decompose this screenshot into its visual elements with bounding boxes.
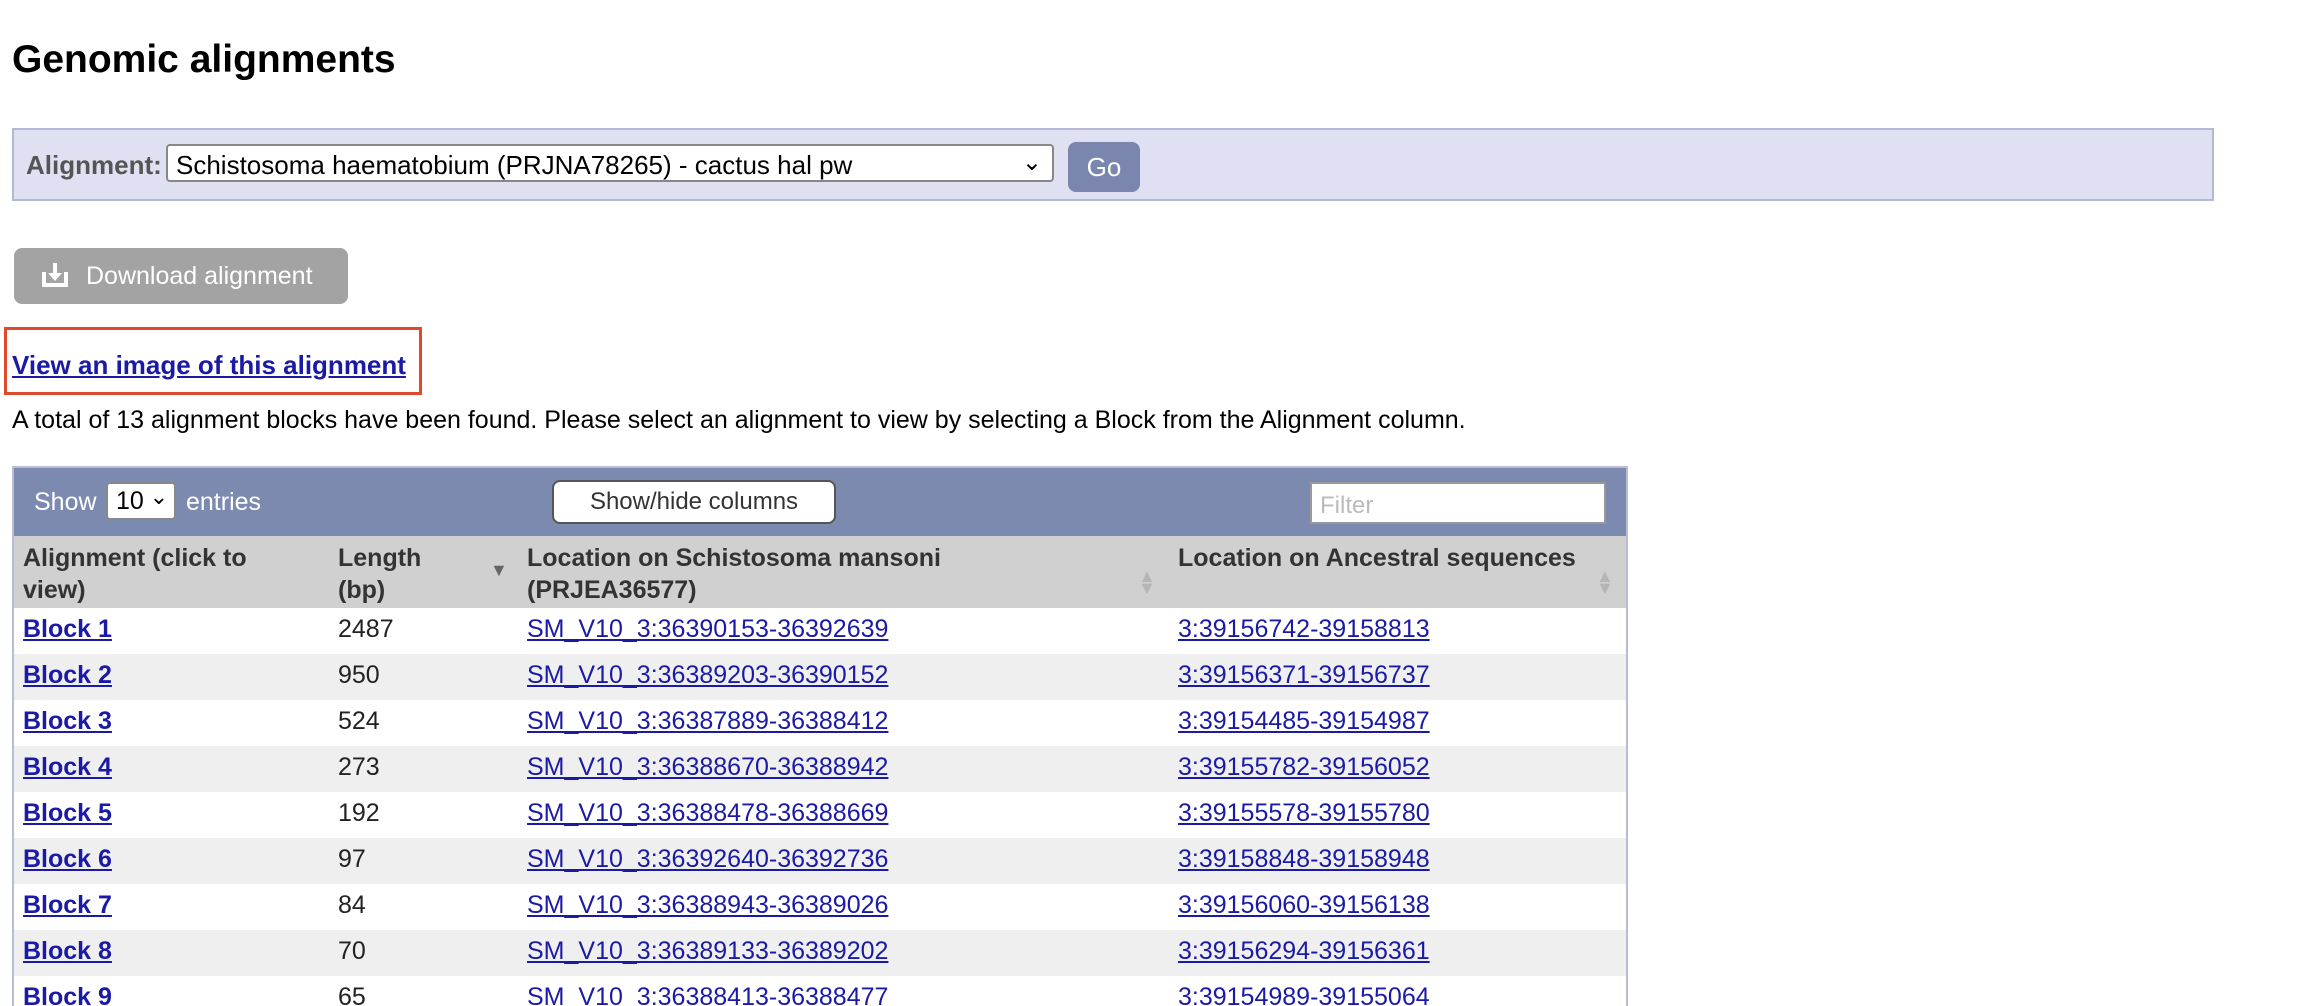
download-alignment-label: Download alignment [86,262,313,290]
page-title: Genomic alignments [12,38,396,81]
table-row: Block 6 97 SM_V10_3:36392640-36392736 3:391… [14,838,1626,884]
sort-desc-icon: ▼ [490,560,508,580]
sort-icon: ▲ ▼ [1596,566,1614,598]
location-ancestral-link[interactable]: 3:39156371-39156737 [1178,661,1430,690]
location-mansoni-link[interactable]: SM_V10_3:36388413-36388477 [527,983,888,1006]
length-cell: 84 [338,891,366,919]
length-cell: 273 [338,753,380,781]
alignment-label: Alignment: [26,150,162,180]
location-ancestral-link[interactable]: 3:39156294-39156361 [1178,937,1430,966]
column-header-alignment[interactable]: Alignment (click to view) [23,542,313,606]
entries-select-value: 10 [116,487,144,515]
filter-input[interactable]: Filter [1310,482,1606,524]
chevron-down-icon: ⌄ [1021,149,1042,176]
column-header-location-mansoni[interactable]: Location on Schistosoma mansoni (PRJEA36… [527,542,1007,606]
show-label: Show [34,488,97,516]
alignment-select-value: Schistosoma haematobium (PRJNA78265) - c… [176,150,853,180]
view-image-link[interactable]: View an image of this alignment [12,350,406,381]
column-header-length[interactable]: Length (bp) [338,542,458,606]
location-mansoni-link[interactable]: SM_V10_3:36390153-36392639 [527,615,888,644]
location-ancestral-link[interactable]: 3:39155578-39155780 [1178,799,1430,828]
block-link[interactable]: Block 2 [23,661,112,690]
location-ancestral-link[interactable]: 3:39154989-39155064 [1178,983,1430,1006]
table-row: Block 1 2487 SM_V10_3:36390153-36392639 3:3… [14,608,1626,654]
location-ancestral-link[interactable]: 3:39156742-39158813 [1178,615,1430,644]
go-button[interactable]: Go [1068,142,1140,192]
length-cell: 70 [338,937,366,965]
summary-text: A total of 13 alignment blocks have been… [12,406,1466,434]
length-cell: 524 [338,707,380,735]
length-cell: 192 [338,799,380,827]
table-toolbar: Show 10 ⌄ entries Show/hide columns Filt… [14,468,1626,536]
location-ancestral-link[interactable]: 3:39158848-39158948 [1178,845,1430,874]
location-mansoni-link[interactable]: SM_V10_3:36387889-36388412 [527,707,888,736]
table-row: Block 3 524 SM_V10_3:36387889-36388412 3:39… [14,700,1626,746]
block-link[interactable]: Block 8 [23,937,112,966]
sort-icon: ▲ ▼ [1138,566,1156,598]
location-mansoni-link[interactable]: SM_V10_3:36388943-36389026 [527,891,888,920]
entries-label: entries [186,488,262,516]
block-link[interactable]: Block 6 [23,845,112,874]
length-cell: 65 [338,983,366,1006]
block-link[interactable]: Block 9 [23,983,112,1006]
block-link[interactable]: Block 3 [23,707,112,736]
length-cell: 950 [338,661,380,689]
alignment-selector-bar: Alignment: Schistosoma haematobium (PRJN… [12,128,2214,201]
location-mansoni-link[interactable]: SM_V10_3:36389203-36390152 [527,661,888,690]
table-row: Block 8 70 SM_V10_3:36389133-36389202 3:391… [14,930,1626,976]
table-row: Block 5 192 SM_V10_3:36388478-36388669 3:39… [14,792,1626,838]
table-row: Block 7 84 SM_V10_3:36388943-36389026 3:391… [14,884,1626,930]
download-alignment-button[interactable]: Download alignment [14,248,348,304]
location-ancestral-link[interactable]: 3:39154485-39154987 [1178,707,1430,736]
entries-select[interactable]: 10 ⌄ [106,482,176,520]
location-mansoni-link[interactable]: SM_V10_3:36389133-36389202 [527,937,888,966]
download-icon [42,263,68,287]
alignment-table: Show 10 ⌄ entries Show/hide columns Filt… [12,466,1628,1006]
block-link[interactable]: Block 5 [23,799,112,828]
location-mansoni-link[interactable]: SM_V10_3:36388478-36388669 [527,799,888,828]
block-link[interactable]: Block 1 [23,615,112,644]
location-mansoni-link[interactable]: SM_V10_3:36388670-36388942 [527,753,888,782]
location-ancestral-link[interactable]: 3:39156060-39156138 [1178,891,1430,920]
table-row: Block 2 950 SM_V10_3:36389203-36390152 3:39… [14,654,1626,700]
chevron-down-icon: ⌄ [149,484,168,509]
column-header-location-ancestral[interactable]: Location on Ancestral sequences [1178,542,1578,574]
show-hide-columns-button[interactable]: Show/hide columns [552,480,836,524]
block-link[interactable]: Block 4 [23,753,112,782]
length-cell: 2487 [338,615,394,643]
table-row: Block 4 273 SM_V10_3:36388670-36388942 3:39… [14,746,1626,792]
table-header: Alignment (click to view) Length (bp) ▼ … [14,536,1626,608]
alignment-select[interactable]: Schistosoma haematobium (PRJNA78265) - c… [166,144,1054,182]
block-link[interactable]: Block 7 [23,891,112,920]
location-mansoni-link[interactable]: SM_V10_3:36392640-36392736 [527,845,888,874]
length-cell: 97 [338,845,366,873]
location-ancestral-link[interactable]: 3:39155782-39156052 [1178,753,1430,782]
